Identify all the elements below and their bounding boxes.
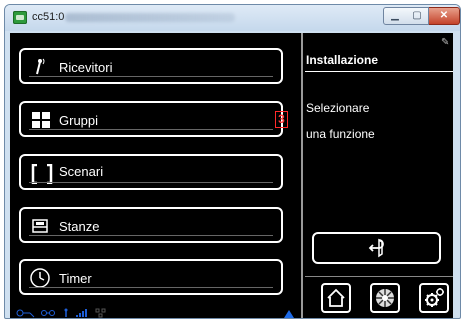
menu-label-stanze: Stanze [59, 219, 100, 234]
menu-button-gruppi[interactable]: Gruppi 3 [19, 101, 288, 137]
pencil-icon: ✎ [441, 37, 450, 48]
back-arrow-icon [368, 238, 384, 258]
window-title: cc51:0 [32, 11, 65, 23]
minimize-button[interactable]: ▁ [383, 7, 407, 25]
settings-button[interactable] [419, 283, 449, 313]
brand-logo-icon [376, 289, 394, 307]
link-icon [41, 310, 55, 316]
home-icon [327, 288, 345, 307]
antenna-icon [36, 58, 45, 75]
panel-instruction-line1: Selezionare [306, 101, 370, 115]
title-bar[interactable]: cc51:0 ▁ ▢ ✕ [5, 5, 460, 31]
panel-title: Installazione [306, 53, 379, 67]
menu-underline [29, 287, 273, 288]
clock-icon [30, 268, 50, 288]
count-badge: 3 [275, 111, 288, 128]
brackets-icon [31, 164, 53, 184]
menu-label-scenari: Scenari [59, 164, 104, 179]
signal-bars-icon [76, 309, 87, 317]
grid-icon [32, 112, 50, 128]
menu-underline [29, 182, 273, 183]
plug-icon [16, 309, 35, 318]
menu-button-timer[interactable]: Timer [19, 259, 283, 295]
menu-underline [29, 235, 273, 236]
close-button[interactable]: ✕ [429, 7, 460, 25]
menu-button-scenari[interactable]: Scenari [19, 154, 283, 190]
menu-underline [29, 76, 273, 77]
status-bar [16, 308, 106, 318]
app-icon [13, 11, 27, 24]
menu-underline [29, 129, 273, 130]
antenna-status-icon [64, 308, 68, 317]
panel-title-rule [305, 71, 453, 72]
title-blurred-text [65, 13, 235, 22]
bottom-rule [305, 276, 453, 277]
menu-label-gruppi: Gruppi [59, 113, 99, 128]
home-button[interactable] [321, 283, 351, 313]
menu-button-ricevitori[interactable]: Ricevitori [19, 48, 283, 84]
logo-button[interactable] [370, 283, 400, 313]
app-window: cc51:0 ▁ ▢ ✕ Ricevitori Gruppi 3 Scenari… [4, 4, 461, 319]
network-icon [95, 308, 106, 318]
maximize-button[interactable]: ▢ [406, 7, 429, 25]
menu-label-timer: Timer [59, 271, 92, 286]
app-screen: Ricevitori Gruppi 3 Scenari Stanze Timer… [10, 33, 453, 318]
menu-label-ricevitori: Ricevitori [59, 60, 113, 75]
gear-icon [425, 288, 444, 307]
menu-button-stanze[interactable]: Stanze [19, 207, 283, 243]
back-button[interactable] [312, 232, 441, 264]
scroll-up-arrow-icon[interactable] [284, 310, 294, 318]
room-icon [32, 219, 48, 233]
panel-instruction-line2: una funzione [306, 127, 375, 141]
panel-divider [301, 33, 303, 318]
